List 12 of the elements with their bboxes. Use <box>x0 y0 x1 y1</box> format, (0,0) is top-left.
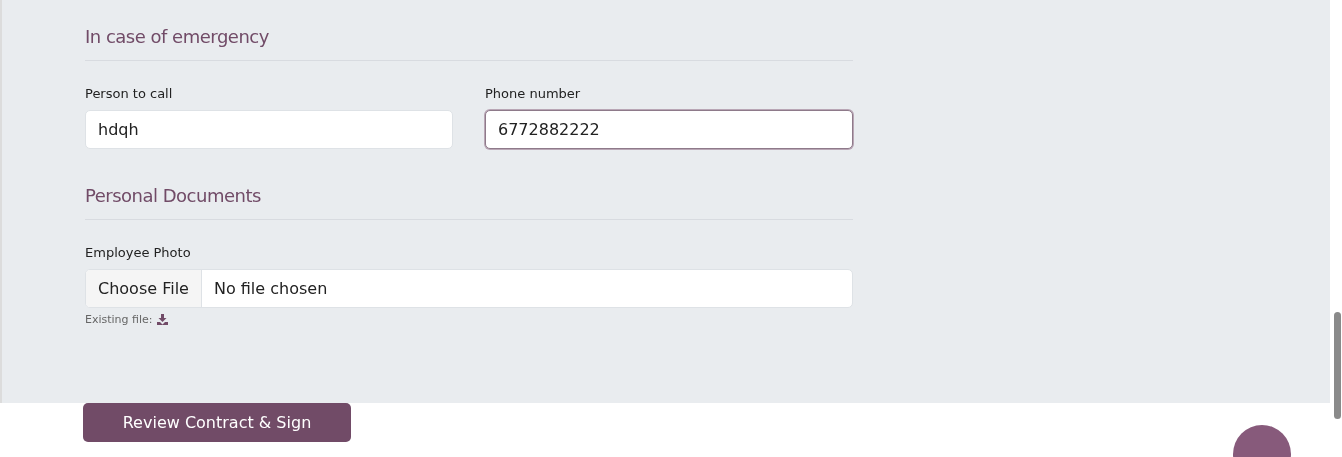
section-heading: In case of emergency <box>85 26 270 49</box>
scrollbar[interactable] <box>1334 312 1341 419</box>
text-field[interactable]: 6772882222 <box>485 110 853 149</box>
field-label: Employee Photo <box>85 245 192 260</box>
field-label: Person to call <box>85 86 174 101</box>
download-icon[interactable] <box>156 314 168 325</box>
text-field[interactable]: hdqh <box>85 110 453 149</box>
section-heading: Personal Documents <box>85 185 262 208</box>
file-input[interactable]: Choose File No file chosen <box>85 269 853 308</box>
review-contract-button[interactable]: Review Contract & Sign <box>83 403 351 442</box>
field-label: Phone number <box>485 86 582 101</box>
existing-file-text: Existing file: <box>85 313 153 326</box>
